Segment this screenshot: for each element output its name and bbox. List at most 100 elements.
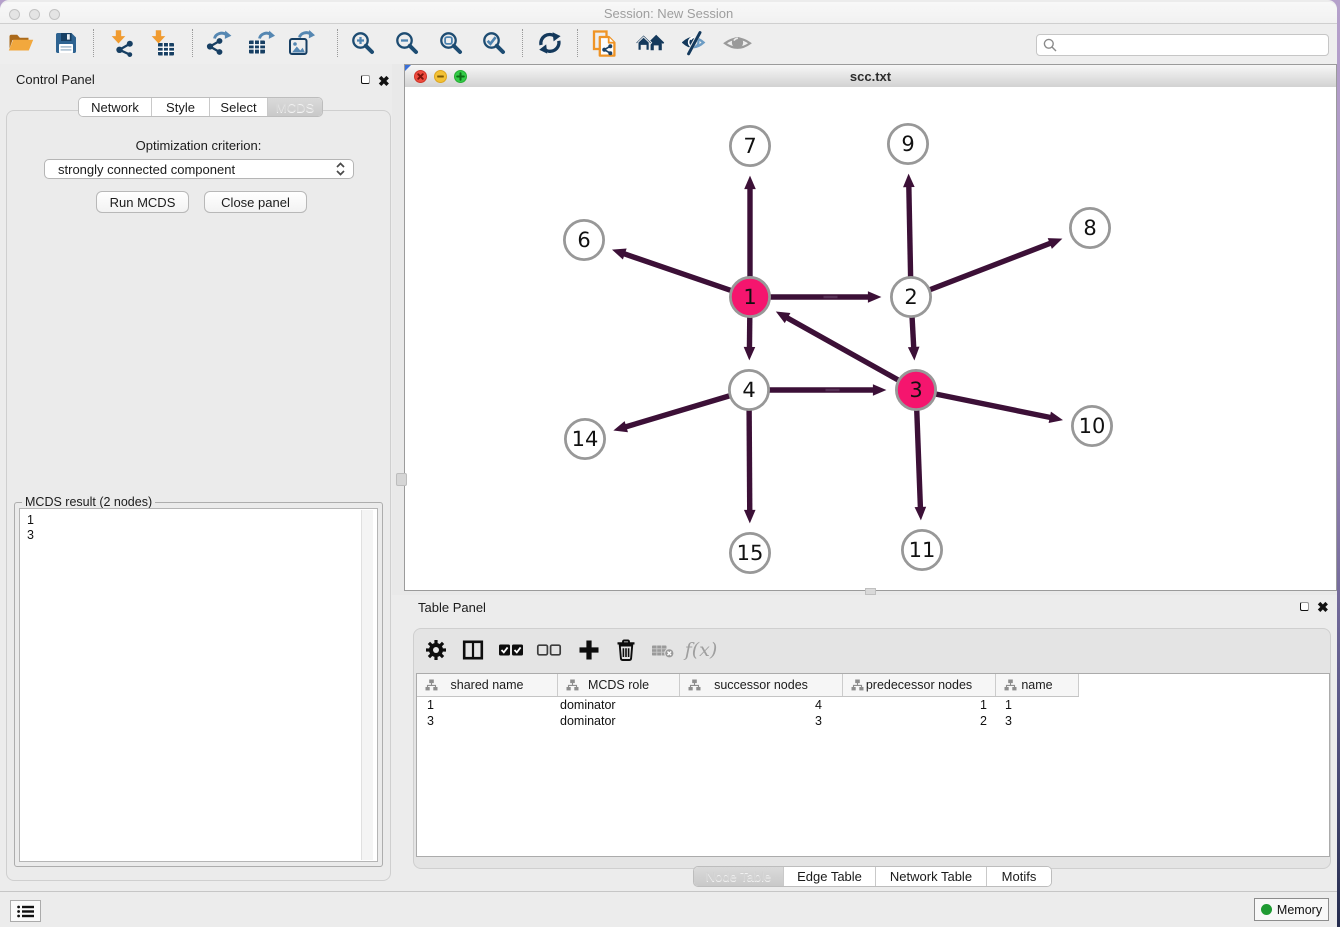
control-panel-tabs: NetworkStyleSelectMCDS	[78, 97, 323, 117]
task-history-button[interactable]	[10, 900, 41, 922]
edge-2-8[interactable]	[911, 243, 1052, 297]
column-header-predecessor-nodes[interactable]: predecessor nodes	[843, 674, 996, 696]
node-table-header: shared nameMCDS rolesuccessor nodesprede…	[417, 674, 1079, 697]
cell-MCDS-role[interactable]: dominator	[560, 714, 680, 728]
toolbar-separator	[337, 29, 338, 57]
deselect-all-button[interactable]	[534, 635, 564, 665]
zoom-in-button[interactable]	[346, 26, 380, 60]
criterion-value: strongly connected component	[58, 162, 235, 177]
network-canvas[interactable]: 7968124314101511	[405, 87, 1336, 590]
network-window-title: scc.txt	[405, 69, 1336, 84]
open-session-button[interactable]	[4, 26, 38, 60]
search-field[interactable]	[1036, 34, 1329, 56]
arrowhead-4-3	[873, 384, 887, 396]
window-title: Session: New Session	[0, 6, 1337, 21]
column-header-shared-name[interactable]: shared name	[417, 674, 558, 696]
close-panel-button[interactable]: Close panel	[204, 191, 307, 213]
edge-3-1[interactable]	[786, 317, 916, 390]
import-network-icon	[108, 29, 136, 57]
import-table-button[interactable]	[145, 26, 179, 60]
cell-MCDS-role[interactable]: dominator	[560, 698, 680, 712]
function-builder-button[interactable]: f(x)	[680, 635, 722, 665]
horizontal-splitter-handle[interactable]	[865, 588, 876, 595]
run-mcds-button[interactable]: Run MCDS	[96, 191, 189, 213]
cell-successor-nodes[interactable]: 4	[680, 698, 822, 712]
export-image-button[interactable]	[284, 26, 318, 60]
table-panel-title: Table Panel	[418, 600, 486, 615]
control-tab-mcds[interactable]: MCDS	[268, 98, 322, 116]
toolbar-separator	[522, 29, 523, 57]
table-panel-float-button[interactable]	[1300, 602, 1309, 611]
control-tab-select[interactable]: Select	[210, 98, 268, 116]
create-column-button[interactable]	[574, 635, 604, 665]
save-session-button[interactable]	[49, 26, 83, 60]
network-view-window: scc.txt 7968124314101511	[404, 64, 1337, 591]
gear-icon	[424, 638, 448, 662]
zoom-fit-button[interactable]	[434, 26, 468, 60]
zoom-out-icon	[393, 29, 421, 57]
mcds-result-scrollbar[interactable]	[361, 510, 373, 860]
mcds-result-textarea[interactable]: 1 3	[19, 508, 378, 862]
edge-label-mark	[826, 389, 840, 391]
hide-selected-button[interactable]	[679, 26, 713, 60]
save-icon	[52, 29, 80, 57]
vertical-splitter-handle[interactable]	[396, 473, 407, 486]
control-tab-style[interactable]: Style	[152, 98, 210, 116]
criterion-dropdown[interactable]: strongly connected component	[44, 159, 354, 179]
control-panel-title: Control Panel	[16, 72, 95, 87]
cell-predecessor-nodes[interactable]: 2	[843, 714, 987, 728]
show-selected-button[interactable]	[721, 26, 755, 60]
toggle-split-view-button[interactable]	[458, 635, 488, 665]
clone-network-button[interactable]	[586, 26, 620, 60]
zoom-selected-button[interactable]	[477, 26, 511, 60]
select-all-button[interactable]	[496, 635, 526, 665]
arrowhead-4-14	[613, 421, 628, 432]
delete-table-icon	[650, 638, 676, 662]
table-panel: Table Panel ✖	[392, 595, 1337, 891]
cell-predecessor-nodes[interactable]: 1	[843, 698, 987, 712]
export-image-icon	[287, 29, 315, 57]
import-network-button[interactable]	[105, 26, 139, 60]
column-header-MCDS-role[interactable]: MCDS role	[558, 674, 680, 696]
node-label-8: 8	[1083, 216, 1096, 240]
trash-icon	[614, 638, 638, 662]
network-window-titlebar[interactable]: scc.txt	[405, 65, 1336, 88]
list-icon	[17, 905, 34, 918]
zoom-out-button[interactable]	[390, 26, 424, 60]
table-panel-close-button[interactable]: ✖	[1317, 602, 1329, 612]
control-panel-close-button[interactable]: ✖	[378, 76, 390, 86]
arrowhead-3-11	[915, 507, 927, 521]
checked-boxes-icon	[498, 638, 524, 662]
node-table[interactable]: shared nameMCDS rolesuccessor nodesprede…	[416, 673, 1330, 857]
cell-shared-name[interactable]: 3	[427, 714, 558, 728]
arrowhead-4-15	[744, 510, 756, 524]
mcds-result-title: MCDS result (2 nodes)	[22, 495, 155, 509]
node-label-9: 9	[901, 132, 914, 156]
table-tab-node-table[interactable]: Node Table	[694, 867, 784, 886]
export-table-button[interactable]	[244, 26, 278, 60]
delete-table-button[interactable]	[648, 635, 678, 665]
table-panel-container: f(x) shared nameMCDS rolesuccessor nodes…	[413, 628, 1331, 869]
cell-name[interactable]: 3	[1005, 714, 1079, 728]
mcds-result-lines: 1 3	[27, 513, 34, 542]
table-tab-motifs[interactable]: Motifs	[987, 867, 1051, 886]
open-folder-icon	[7, 29, 35, 57]
show-all-networks-button[interactable]	[633, 26, 667, 60]
table-tab-edge-table[interactable]: Edge Table	[784, 867, 876, 886]
column-settings-button[interactable]	[421, 635, 451, 665]
cell-name[interactable]: 1	[1005, 698, 1079, 712]
column-header-name[interactable]: name	[996, 674, 1079, 696]
cell-successor-nodes[interactable]: 3	[680, 714, 822, 728]
export-network-button[interactable]	[201, 26, 235, 60]
column-header-successor-nodes[interactable]: successor nodes	[680, 674, 843, 696]
cell-shared-name[interactable]: 1	[427, 698, 558, 712]
optimization-criterion-label: Optimization criterion:	[7, 138, 390, 153]
memory-button[interactable]: Memory	[1254, 898, 1329, 921]
eye-icon	[723, 29, 753, 57]
delete-column-button[interactable]	[611, 635, 641, 665]
node-label-15: 15	[737, 541, 764, 565]
table-tab-network-table[interactable]: Network Table	[876, 867, 987, 886]
control-panel-float-button[interactable]	[361, 75, 370, 84]
apply-layout-button[interactable]	[533, 26, 567, 60]
control-tab-network[interactable]: Network	[79, 98, 152, 116]
